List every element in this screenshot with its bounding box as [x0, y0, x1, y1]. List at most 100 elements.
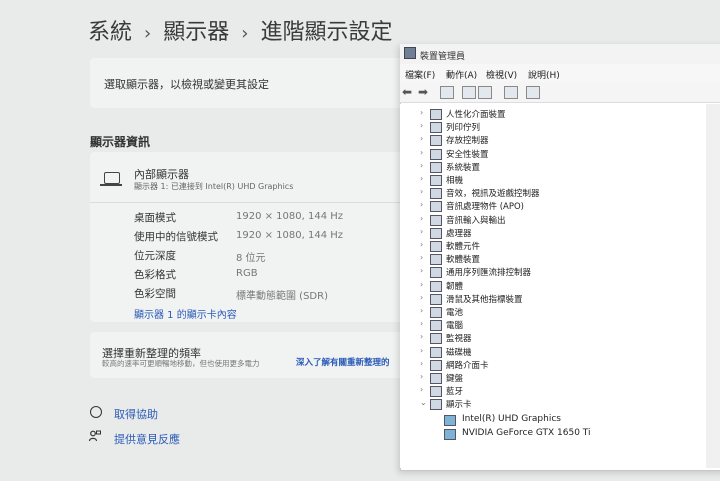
give-feedback-link[interactable]: 提供意見反應: [114, 431, 180, 447]
chevron-right-icon[interactable]: ›: [420, 306, 423, 315]
chevron-down-icon[interactable]: ⌄: [420, 398, 427, 407]
device-category-icon: [430, 399, 442, 411]
tree-category-label: 軟體裝置: [446, 255, 481, 266]
chevron-right-icon[interactable]: ›: [420, 346, 423, 355]
page-title: 進階顯示設定: [260, 20, 393, 45]
device-category-icon: [430, 254, 442, 266]
device-manager-app-icon: [404, 47, 416, 59]
device-category-icon: [430, 267, 442, 279]
chevron-right-icon[interactable]: ›: [420, 214, 423, 223]
tree-category-label: 存放控制器: [446, 136, 489, 147]
chevron-right-icon[interactable]: ›: [420, 240, 423, 249]
device-category-icon: [430, 227, 442, 239]
monitor-toolbar-icon[interactable]: [526, 86, 540, 99]
device-category-icon: [430, 346, 442, 358]
tree-category-label: 藍牙: [446, 387, 464, 398]
adapter-properties-link[interactable]: 顯示器 1 的顯示卡內容: [134, 306, 237, 321]
tree-category-label: 音訊處理物件 (APO): [446, 202, 524, 213]
device-category-icon: [430, 359, 442, 371]
chevron-right-icon[interactable]: ›: [420, 280, 423, 289]
tree-category-label: 相機: [446, 176, 464, 186]
device-category-icon: [430, 280, 442, 292]
device-category-icon: [430, 122, 442, 134]
tree-category-label: 顯示卡: [446, 400, 472, 411]
chevron-right-icon[interactable]: ›: [420, 187, 423, 196]
display-adapter-icon: [444, 428, 456, 440]
back-arrow-icon[interactable]: ⬅: [402, 85, 412, 99]
menu-action[interactable]: 動作(A): [446, 68, 477, 81]
device-category-icon: [430, 201, 442, 213]
bit-depth-label: 位元深度: [134, 250, 176, 262]
chevron-right-icon[interactable]: ›: [420, 332, 423, 341]
tree-category-label: 電腦: [446, 321, 464, 332]
tree-category-label: 音訊輸入與輸出: [446, 215, 506, 226]
tree-category-label: 安全性裝置: [446, 149, 489, 160]
device-tree-list: › 人性化介面裝置 › 列印佇列 › 存放控制器 › 安全性裝置 › 系統裝置 › 相機 › 音效，視訊及…: [420, 106, 710, 466]
device-category-icon: [430, 386, 442, 398]
chevron-right-icon[interactable]: ›: [420, 359, 423, 368]
device-category-icon: [430, 161, 442, 173]
desktop-mode-value: 1920 × 1080, 144 Hz: [236, 211, 344, 222]
color-space-label: 色彩空間: [134, 288, 176, 300]
device-category-icon: [430, 241, 442, 252]
chevron-right-icon[interactable]: ›: [420, 200, 423, 209]
bit-depth-value: 8 位元: [236, 253, 266, 264]
device-category-icon: [430, 175, 442, 186]
tree-category-label: 軟體元件: [446, 242, 481, 252]
scrollbar[interactable]: [706, 104, 720, 468]
tree-category-label: 電池: [446, 308, 464, 318]
scan-hardware-icon[interactable]: [504, 86, 518, 99]
chevron-right-icon[interactable]: ›: [420, 253, 423, 262]
chevron-right-icon[interactable]: ›: [420, 372, 423, 381]
laptop-base: [100, 184, 122, 186]
device-manager-title: 裝置管理員: [420, 52, 466, 62]
breadcrumb-system[interactable]: 系統: [88, 20, 132, 45]
menu-help[interactable]: 說明(H): [528, 68, 560, 81]
device-category-icon: [430, 148, 442, 160]
chevron-right-icon[interactable]: ›: [420, 108, 423, 117]
chevron-right-icon[interactable]: ›: [420, 385, 423, 394]
properties-icon[interactable]: [462, 86, 476, 99]
device-category-icon: [430, 293, 442, 305]
laptop-icon: [104, 172, 120, 184]
display-info-title: 顯示器資訊: [90, 135, 151, 149]
tree-category-label: 列印佇列: [446, 123, 481, 134]
refresh-rate-description: 較高的速率可更順暢地移動，但也使用更多電力: [102, 359, 260, 368]
chevron-right-icon[interactable]: ›: [420, 319, 423, 328]
device-category-icon: [430, 109, 442, 120]
show-hide-tree-icon[interactable]: [440, 86, 454, 99]
tree-category-label: 韌體: [446, 281, 464, 292]
device-category-icon: [430, 373, 442, 384]
display-adapter-label: Intel(R) UHD Graphics: [462, 413, 561, 424]
chevron-right-icon[interactable]: ›: [420, 134, 423, 143]
device-category-icon: [430, 135, 442, 147]
device-category-icon: [430, 333, 442, 345]
menu-view[interactable]: 檢視(V): [486, 68, 517, 81]
desktop-mode-label: 桌面模式: [134, 212, 176, 224]
display-name: 內部顯示器: [134, 168, 189, 181]
forward-arrow-icon[interactable]: ➡: [418, 85, 428, 99]
chevron-right-icon[interactable]: ›: [420, 121, 423, 130]
tree-category-label: 滑鼠及其他指標裝置: [446, 294, 523, 305]
chevron-right-icon[interactable]: ›: [420, 148, 423, 157]
active-signal-mode-label: 使用中的信號模式: [134, 231, 218, 243]
chevron-right-icon[interactable]: ›: [420, 227, 423, 236]
color-format-label: 色彩格式: [134, 269, 176, 281]
breadcrumb-display[interactable]: 顯示器: [163, 20, 229, 45]
color-space-value: 標準動態範圍 (SDR): [236, 291, 328, 302]
help-toolbar-icon[interactable]: [478, 86, 492, 99]
divider: [90, 202, 410, 203]
refresh-rate-learn-more-link[interactable]: 深入了解有關重新整理的: [296, 356, 390, 368]
display-connection: 顯示器 1: 已連接到 Intel(R) UHD Graphics: [134, 182, 294, 191]
active-signal-mode-value: 1920 × 1080, 144 Hz: [236, 230, 344, 241]
display-adapter-icon: [444, 414, 456, 426]
chevron-right-icon[interactable]: ›: [420, 266, 423, 275]
chevron-right-icon[interactable]: ›: [420, 293, 423, 302]
menu-file[interactable]: 檔案(F): [405, 68, 435, 81]
display-adapter-label: NVIDIA GeForce GTX 1650 Ti: [462, 427, 591, 438]
device-category-icon: [430, 188, 442, 200]
tree-category-label: 音效，視訊及遊戲控制器: [446, 189, 540, 200]
chevron-right-icon[interactable]: ›: [420, 161, 423, 170]
chevron-right-icon[interactable]: ›: [420, 174, 423, 183]
get-help-link[interactable]: 取得協助: [114, 406, 158, 422]
